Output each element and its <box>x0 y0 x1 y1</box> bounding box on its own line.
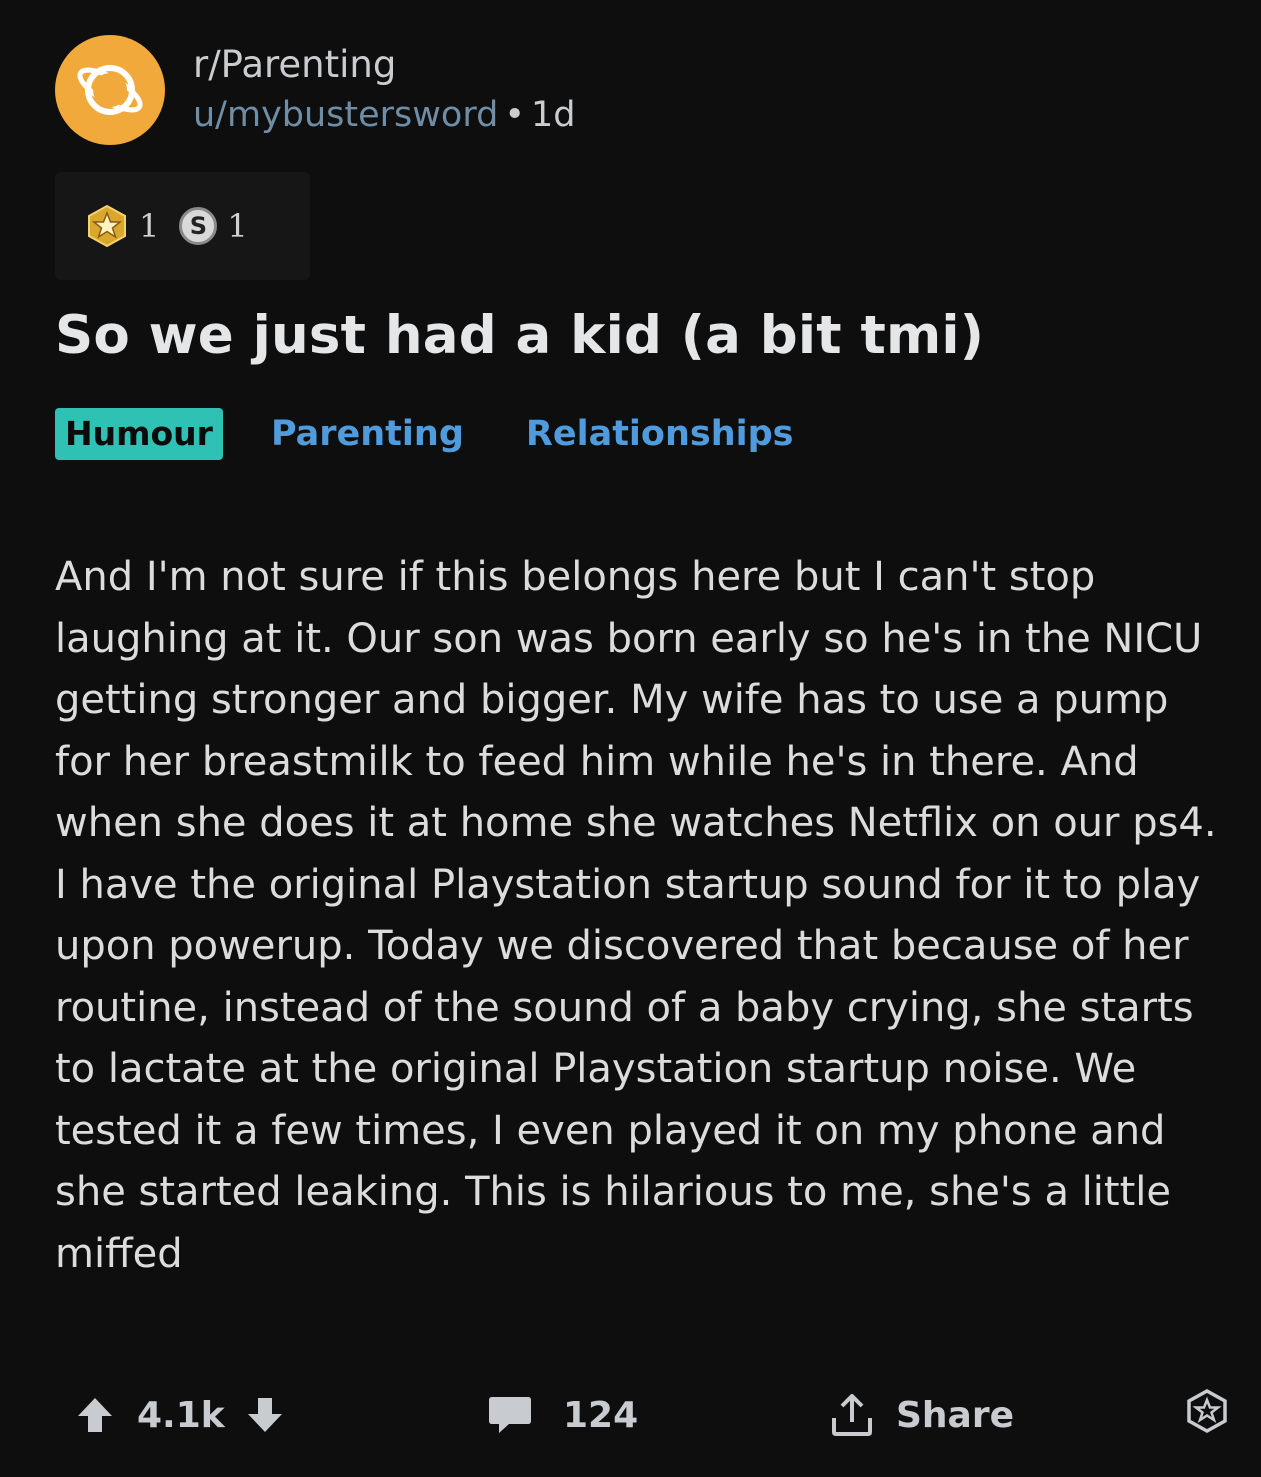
flair-parenting[interactable]: Parenting <box>271 414 464 454</box>
subreddit-name[interactable]: r/Parenting <box>193 42 575 88</box>
gold-star-award-icon <box>88 204 126 248</box>
post-title[interactable]: So we just had a kid (a bit tmi) <box>55 305 984 366</box>
meta-separator: • <box>504 95 525 136</box>
post-age: 1d <box>530 95 576 136</box>
author-username[interactable]: u/mybustersword <box>193 95 498 135</box>
comment-count: 124 <box>563 1394 639 1436</box>
planet-icon <box>77 65 143 115</box>
flair-humour[interactable]: Humour <box>55 408 223 460</box>
share-icon <box>832 1394 872 1436</box>
post-body: And I'm not sure if this belongs here bu… <box>55 554 1217 1277</box>
subreddit-avatar[interactable] <box>55 35 165 145</box>
flair-list: Humour Parenting Relationships <box>55 408 794 460</box>
upvote-button[interactable] <box>75 1395 115 1435</box>
downvote-arrow-icon <box>247 1398 282 1432</box>
gold-award-count: 1 <box>139 207 160 245</box>
share-button[interactable]: Share <box>830 1392 1014 1438</box>
comments-button[interactable]: 124 <box>487 1394 638 1436</box>
comment-bubble-icon <box>489 1397 531 1433</box>
action-bar: 4.1k 124 Share <box>75 1388 1230 1443</box>
silver-award-icon: S <box>179 207 218 245</box>
post-header: r/Parenting u/mybustersword • 1d <box>55 35 575 145</box>
vote-score: 4.1k <box>137 1394 225 1436</box>
awards-bar[interactable]: 1 S 1 <box>55 172 310 280</box>
give-award-button[interactable] <box>1184 1388 1230 1443</box>
silver-award-count: 1 <box>227 207 248 245</box>
downvote-button[interactable] <box>245 1395 285 1435</box>
author-line: u/mybustersword • 1d <box>193 94 575 138</box>
award-outline-icon <box>1187 1388 1227 1433</box>
upvote-arrow-icon <box>78 1398 112 1432</box>
share-label: Share <box>896 1394 1015 1436</box>
flair-relationships[interactable]: Relationships <box>526 414 794 454</box>
